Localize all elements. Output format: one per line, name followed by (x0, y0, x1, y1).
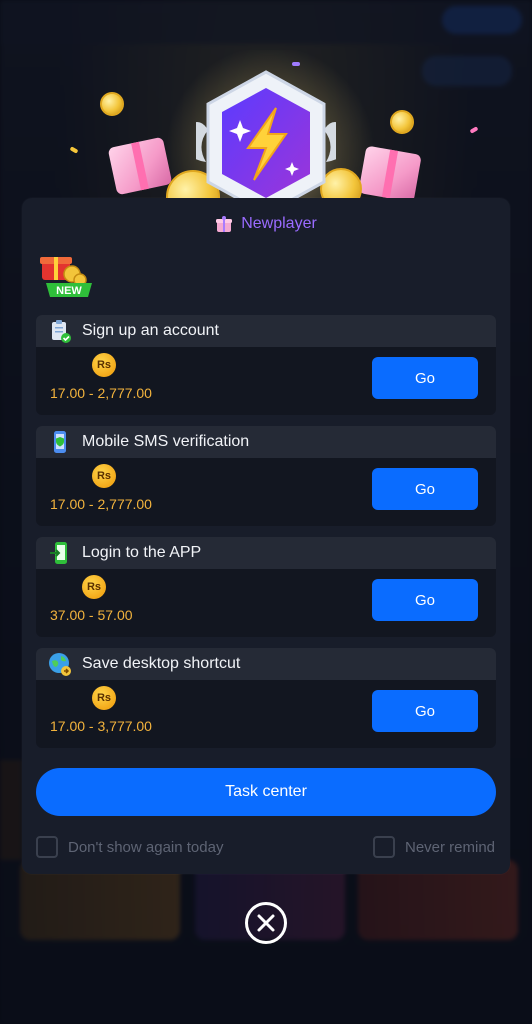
reward-range: 17.00 - 2,777.00 (50, 385, 152, 401)
dont-show-today-option[interactable]: Don't show again today (36, 836, 223, 858)
rupee-coin-icon: Rs (92, 353, 116, 377)
newplayer-modal: Newplayer NEW Sign up an account Rs 17.0… (22, 198, 510, 874)
modal-title: Newplayer (22, 212, 510, 236)
shield-phone-icon (54, 431, 66, 453)
close-button[interactable] (245, 902, 287, 944)
task-header: Mobile SMS verification (36, 426, 496, 458)
task-header: Sign up an account (36, 315, 496, 347)
dont-show-today-label: Don't show again today (68, 838, 224, 856)
task-label: Mobile SMS verification (82, 433, 250, 450)
task-body: Rs 17.00 - 2,777.00 Go (36, 347, 496, 415)
gift-box-icon (358, 145, 422, 203)
new-badge-text: NEW (56, 285, 82, 297)
reward-range: 37.00 - 57.00 (50, 607, 133, 623)
never-remind-checkbox[interactable] (373, 836, 395, 858)
clipboard-check-icon (52, 320, 71, 343)
rupee-coin-icon: Rs (82, 575, 106, 599)
gift-box-icon (216, 216, 233, 232)
dont-show-today-checkbox[interactable] (36, 836, 58, 858)
task-label: Save desktop shortcut (82, 655, 241, 672)
never-remind-option[interactable]: Never remind (373, 836, 495, 858)
task-body: Rs 17.00 - 3,777.00 Go (36, 680, 496, 748)
hero-illustration (0, 40, 532, 250)
rupee-coin-icon: Rs (92, 686, 116, 710)
task-center-button[interactable]: Task center (36, 768, 496, 816)
rupee-coin-icon: Rs (92, 464, 116, 488)
task-body: Rs 37.00 - 57.00 Go (36, 569, 496, 637)
task-header: Save desktop shortcut (36, 648, 496, 680)
reward-range: 17.00 - 3,777.00 (50, 718, 152, 734)
reward-range: 17.00 - 2,777.00 (50, 496, 152, 512)
go-button[interactable]: Go (372, 579, 478, 621)
task-card-sign-up: Sign up an account Rs 17.00 - 2,777.00 G… (36, 315, 496, 415)
task-label: Login to the APP (82, 544, 202, 561)
coin-icon (100, 92, 124, 116)
confetti (292, 62, 300, 66)
close-icon (257, 914, 275, 932)
confetti (69, 146, 79, 154)
task-card-desktop-shortcut: Save desktop shortcut Rs 17.00 - 3,777.0… (36, 648, 496, 748)
coin-icon (390, 110, 414, 134)
go-button[interactable]: Go (372, 357, 478, 399)
confetti (469, 126, 479, 134)
go-button[interactable]: Go (372, 468, 478, 510)
phone-login-icon (50, 542, 67, 564)
never-remind-label: Never remind (405, 838, 496, 856)
go-button[interactable]: Go (372, 690, 478, 732)
new-gift-icon: NEW (36, 250, 100, 300)
globe-shortcut-icon (49, 653, 71, 676)
task-label: Sign up an account (82, 322, 219, 339)
modal-title-text: Newplayer (241, 215, 317, 232)
task-header: Login to the APP (36, 537, 496, 569)
task-card-login-app: Login to the APP Rs 37.00 - 57.00 Go (36, 537, 496, 637)
task-card-sms-verification: Mobile SMS verification Rs 17.00 - 2,777… (36, 426, 496, 526)
task-body: Rs 17.00 - 2,777.00 Go (36, 458, 496, 526)
